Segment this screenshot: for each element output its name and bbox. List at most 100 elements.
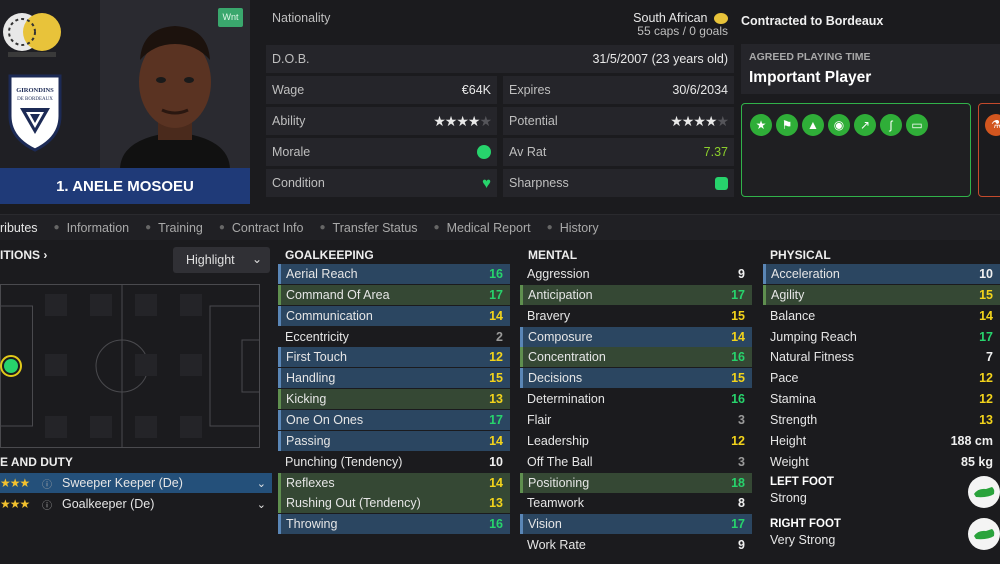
attribute-row[interactable]: Eccentricity 2: [278, 327, 510, 347]
tab-label: ributes: [0, 220, 38, 235]
attribute-row[interactable]: Composure 14: [520, 326, 752, 347]
attribute-row[interactable]: Command Of Area 17: [278, 284, 510, 305]
attribute-name: Command Of Area: [286, 287, 390, 302]
right-boot-icon: [968, 518, 1000, 550]
tab-transfer-status[interactable]: ● Transfer Status: [319, 221, 417, 235]
attribute-value: 14: [731, 329, 745, 344]
attribute-row[interactable]: Determination 16: [520, 389, 752, 409]
attribute-row[interactable]: Aerial Reach 16: [278, 264, 510, 284]
attribute-value: 17: [979, 329, 993, 344]
highlight-dropdown[interactable]: Highlight ⌄: [173, 247, 270, 273]
nationality-text[interactable]: South African: [633, 11, 707, 25]
attribute-row[interactable]: Stamina 12: [763, 389, 1000, 409]
attribute-name: Eccentricity: [285, 329, 349, 344]
attribute-row[interactable]: One On Ones 17: [278, 409, 510, 430]
left-foot-label: LEFT FOOT: [770, 476, 834, 488]
chevron-down-icon[interactable]: ⌄: [257, 477, 266, 490]
chevron-down-icon: ⌄: [251, 252, 262, 266]
tab-attributes[interactable]: ributes: [0, 221, 38, 235]
flask-trait-icon[interactable]: ⚗: [985, 114, 1000, 136]
nationality-label: Nationality: [272, 11, 331, 25]
tab-information[interactable]: ● Information: [54, 221, 130, 235]
attribute-row[interactable]: Weight 85 kg: [763, 452, 1000, 472]
attribute-row[interactable]: Punching (Tendency) 10: [278, 452, 510, 472]
attribute-row[interactable]: Anticipation 17: [520, 284, 752, 305]
bullet-icon: ●: [53, 222, 60, 233]
brain-trait-icon[interactable]: ◉: [828, 114, 850, 136]
attribute-row[interactable]: Communication 14: [278, 305, 510, 326]
attribute-row[interactable]: Agility 15: [763, 284, 1000, 305]
attribute-value: 12: [979, 371, 993, 386]
attribute-row[interactable]: Jumping Reach 17: [763, 327, 1000, 347]
wanted-badge[interactable]: Wnt: [218, 8, 243, 27]
attribute-value: 10: [979, 267, 993, 281]
cone-trait-icon[interactable]: ▲: [802, 114, 824, 136]
attribute-row[interactable]: Off The Ball 3: [520, 452, 752, 472]
tab-medical-report[interactable]: ● Medical Report: [434, 221, 531, 235]
info-icon[interactable]: ⓘ: [42, 497, 56, 512]
attribute-row[interactable]: Reflexes 14: [278, 472, 510, 493]
attribute-row[interactable]: Pace 12: [763, 368, 1000, 388]
attribute-row[interactable]: Positioning 18: [520, 472, 752, 493]
attribute-row[interactable]: Acceleration 10: [763, 264, 1000, 284]
attribute-row[interactable]: Strength 13: [763, 410, 1000, 430]
sharpness-icon[interactable]: [715, 176, 728, 190]
attribute-row[interactable]: Natural Fitness 7: [763, 347, 1000, 367]
attribute-row[interactable]: Aggression 9: [520, 264, 752, 284]
info-icon[interactable]: ⓘ: [42, 476, 56, 491]
positions-title[interactable]: ITIONS ›: [0, 248, 47, 262]
tab-history[interactable]: ● History: [547, 221, 599, 235]
heart-icon[interactable]: ♥: [482, 175, 491, 192]
club-crest-icon[interactable]: GIRONDINS DE BORDEAUX: [6, 72, 64, 152]
role-sweeper-keeper[interactable]: ★★★ ⓘ Sweeper Keeper (De) ⌄: [0, 473, 272, 493]
trend-trait-icon[interactable]: ↗: [854, 114, 876, 136]
attribute-row[interactable]: First Touch 12: [278, 347, 510, 368]
attribute-row[interactable]: Leadership 12: [520, 431, 752, 451]
tab-bar: ributes ● Information ● Training ● Contract…: [0, 214, 1000, 240]
nationality-value[interactable]: South African: [633, 11, 728, 25]
attribute-row[interactable]: Bravery 15: [520, 306, 752, 326]
right-foot: RIGHT FOOT Very Strong: [770, 518, 1000, 558]
attribute-name: Aggression: [527, 267, 590, 281]
attribute-row[interactable]: Teamwork 8: [520, 493, 752, 513]
expires-value: 30/6/2034: [672, 83, 728, 97]
chevron-down-icon[interactable]: ⌄: [257, 498, 266, 511]
attribute-row[interactable]: Flair 3: [520, 410, 752, 430]
attribute-row[interactable]: Height 188 cm: [763, 431, 1000, 451]
tab-label: Contract Info: [231, 220, 304, 235]
attribute-row[interactable]: Rushing Out (Tendency) 13: [278, 493, 510, 514]
attribute-row[interactable]: Concentration 16: [520, 347, 752, 368]
attribute-row[interactable]: Vision 17: [520, 514, 752, 535]
attribute-row[interactable]: Throwing 16: [278, 514, 510, 535]
attribute-value: 3: [738, 412, 745, 427]
attribute-value: 16: [731, 350, 745, 365]
role-goalkeeper[interactable]: ★★★ ⓘ Goalkeeper (De) ⌄: [0, 494, 272, 514]
foot-trait-icon[interactable]: ʃ: [880, 114, 902, 136]
attribute-row[interactable]: Handling 15: [278, 368, 510, 389]
attribute-name: Vision: [528, 517, 562, 532]
player-traits-panel: ★ ⚑ ▲ ◉ ↗ ʃ ▭: [741, 103, 971, 197]
attribute-name: Anticipation: [528, 287, 593, 302]
pitch-diagram[interactable]: [0, 284, 260, 448]
tab-training[interactable]: ● Training: [145, 221, 203, 235]
role-stars: ★★★: [0, 497, 30, 511]
star-trait-icon[interactable]: ★: [750, 114, 772, 136]
attribute-name: Passing: [286, 433, 331, 448]
left-foot-value: Strong: [770, 491, 807, 505]
attribute-row[interactable]: Passing 14: [278, 430, 510, 451]
attribute-row[interactable]: Decisions 15: [520, 368, 752, 389]
attribute-name: Strength: [770, 412, 818, 427]
attribute-row[interactable]: Balance 14: [763, 306, 1000, 326]
attribute-row[interactable]: Kicking 13: [278, 389, 510, 410]
physical-title: PHYSICAL: [770, 248, 831, 262]
morale-icon[interactable]: [477, 145, 491, 159]
attribute-name: Leadership: [527, 433, 589, 448]
contracted-to[interactable]: Contracted to Bordeaux: [741, 14, 883, 28]
sharpness-row: Sharpness: [503, 169, 734, 197]
flag-trait-icon[interactable]: ⚑: [776, 114, 798, 136]
left-foot: LEFT FOOT Strong: [770, 476, 1000, 516]
player-header: GIRONDINS DE BORDEAUX Wnt 1. ANELE MOSOE…: [0, 0, 1000, 210]
pitch-trait-icon[interactable]: ▭: [906, 114, 928, 136]
tab-contract-info[interactable]: ● Contract Info: [219, 221, 304, 235]
attribute-row[interactable]: Work Rate 9: [520, 535, 752, 555]
